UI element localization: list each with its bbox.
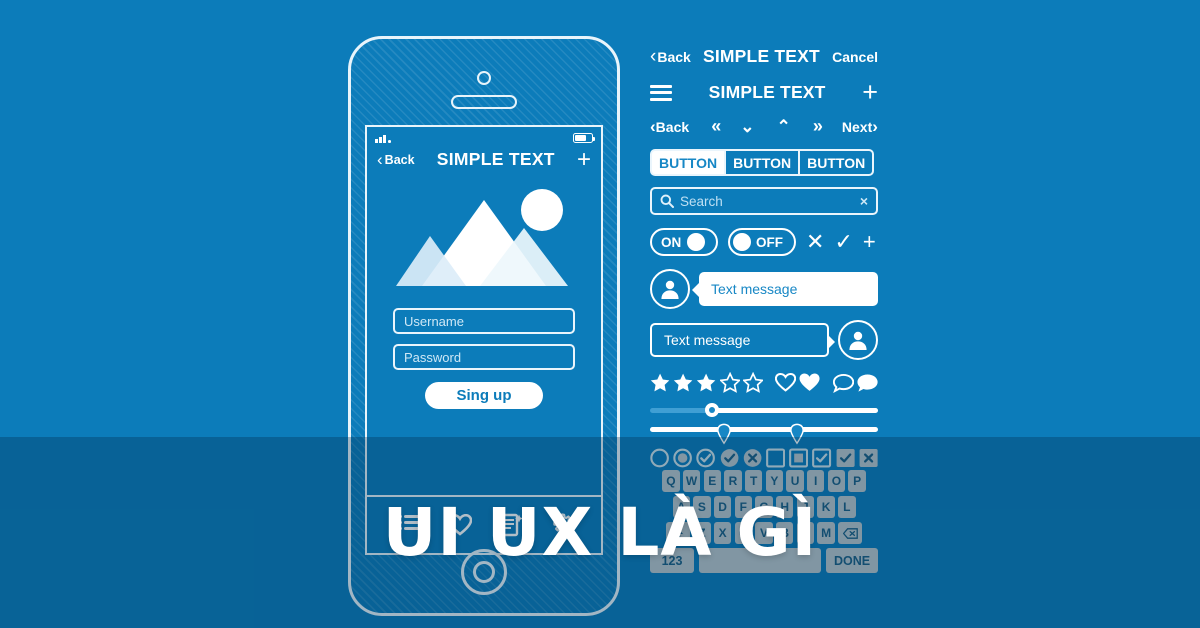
- heart-filled-icon[interactable]: [799, 372, 820, 393]
- button-primary[interactable]: BUTTON: [650, 149, 725, 176]
- pager-back-label: Back: [655, 118, 690, 135]
- toggle-knob: [687, 233, 706, 251]
- pager-last-icon[interactable]: »: [813, 116, 823, 137]
- star-filled-icon[interactable]: [696, 372, 716, 393]
- banner-canvas: ‹ Back SIMPLE TEXT + Username Password S…: [0, 0, 1200, 628]
- toggle-off-label: OFF: [756, 234, 783, 250]
- plus-icon[interactable]: +: [863, 231, 876, 253]
- avatar: [838, 320, 878, 360]
- image-placeholder: [367, 174, 601, 298]
- chevron-right-icon: ›: [872, 116, 878, 136]
- toggle-off[interactable]: OFF: [728, 228, 796, 256]
- phone-screen-title: SIMPLE TEXT: [436, 149, 555, 169]
- button-label: BUTTON: [733, 154, 792, 171]
- slider-track: [650, 427, 878, 432]
- mountains-sun-image-placeholder: [396, 189, 568, 286]
- pager-next-label: Next: [841, 118, 873, 135]
- search-placeholder: Search: [680, 193, 723, 209]
- heart-outline-icon[interactable]: [775, 372, 797, 393]
- star-outline-icon[interactable]: [742, 372, 763, 393]
- kit-back-button[interactable]: ‹ Back: [650, 47, 691, 66]
- page-title: UI UX LÀ GÌ: [382, 494, 818, 571]
- signup-label: Sing up: [456, 387, 512, 404]
- phone-back-label: Back: [384, 152, 415, 167]
- button-label: BUTTON: [659, 154, 718, 171]
- chat-message-outgoing: Text message: [650, 320, 878, 360]
- chevron-left-icon: ‹: [650, 46, 657, 67]
- slider-range[interactable]: [650, 422, 878, 445]
- slider-knob[interactable]: [704, 403, 719, 417]
- comment-filled-icon[interactable]: [857, 373, 878, 393]
- star-outline-icon[interactable]: [719, 372, 740, 393]
- kit-cancel-button[interactable]: Cancel: [832, 49, 878, 65]
- search-input[interactable]: Search ×: [650, 187, 878, 215]
- username-placeholder: Username: [404, 313, 464, 329]
- ui-kit-column: ‹ Back SIMPLE TEXT Cancel SIMPLE TEXT + …: [650, 46, 878, 468]
- chat-bubble-outgoing[interactable]: Text message: [650, 323, 835, 357]
- earpiece-speaker-icon: [451, 95, 517, 109]
- avatar: [650, 269, 690, 309]
- toggle-on-label: ON: [661, 234, 682, 250]
- pager-next-button[interactable]: Next ›: [842, 117, 878, 137]
- front-camera-icon: [477, 71, 491, 85]
- signal-bars-icon: [375, 134, 391, 143]
- kit-menubar-title: SIMPLE TEXT: [708, 82, 826, 102]
- chevron-left-icon: ‹: [377, 150, 383, 169]
- user-avatar-icon: [661, 280, 679, 299]
- hamburger-icon[interactable]: [650, 81, 672, 104]
- chat-bubble-incoming[interactable]: Text message: [692, 272, 878, 306]
- star-filled-icon[interactable]: [650, 372, 670, 393]
- toggle-row: ON OFF ✕ ✓ +: [650, 228, 878, 256]
- slider-fill: [707, 408, 878, 413]
- kit-topbar-title: SIMPLE TEXT: [702, 46, 820, 66]
- clear-icon[interactable]: ×: [860, 193, 868, 209]
- slider-single[interactable]: [650, 403, 878, 417]
- kit-topbar: ‹ Back SIMPLE TEXT Cancel: [650, 46, 878, 67]
- kit-pager: ‹Back « ⌄ ⌃ » Next ›: [650, 116, 878, 137]
- button-group: BUTTON BUTTON BUTTON: [650, 149, 878, 176]
- chevron-down-icon[interactable]: ⌄: [740, 117, 754, 137]
- chat-message-incoming: Text message: [650, 269, 878, 309]
- password-placeholder: Password: [404, 349, 462, 365]
- chevron-up-icon[interactable]: ⌃: [777, 117, 791, 137]
- kit-back-label: Back: [657, 48, 691, 65]
- button-label: BUTTON: [807, 154, 866, 171]
- signup-button[interactable]: Sing up: [425, 382, 543, 409]
- rating-row: [650, 372, 878, 393]
- phone-add-button[interactable]: +: [577, 147, 591, 171]
- phone-back-button[interactable]: ‹ Back: [377, 151, 415, 168]
- pager-back-button[interactable]: ‹Back: [650, 117, 689, 137]
- button-secondary-1[interactable]: BUTTON: [724, 149, 801, 176]
- chat-text: Text message: [664, 332, 751, 348]
- button-secondary-2[interactable]: BUTTON: [800, 149, 875, 176]
- close-icon[interactable]: ✕: [806, 231, 824, 253]
- check-icon[interactable]: ✓: [834, 231, 852, 253]
- phone-navbar: ‹ Back SIMPLE TEXT +: [367, 147, 601, 174]
- battery-icon: [573, 133, 596, 143]
- comment-outline-icon[interactable]: [832, 373, 854, 393]
- toggle-knob: [733, 233, 751, 251]
- username-input[interactable]: Username: [393, 308, 575, 334]
- status-bar: [367, 127, 601, 147]
- search-icon: [660, 194, 674, 208]
- password-input[interactable]: Password: [393, 344, 575, 370]
- chat-text: Text message: [711, 281, 798, 297]
- kit-add-button[interactable]: +: [862, 79, 878, 106]
- user-avatar-icon: [849, 331, 867, 350]
- star-filled-icon[interactable]: [673, 372, 693, 393]
- kit-menubar: SIMPLE TEXT +: [650, 79, 878, 106]
- pager-first-icon[interactable]: «: [711, 116, 721, 137]
- toggle-on[interactable]: ON: [650, 228, 718, 256]
